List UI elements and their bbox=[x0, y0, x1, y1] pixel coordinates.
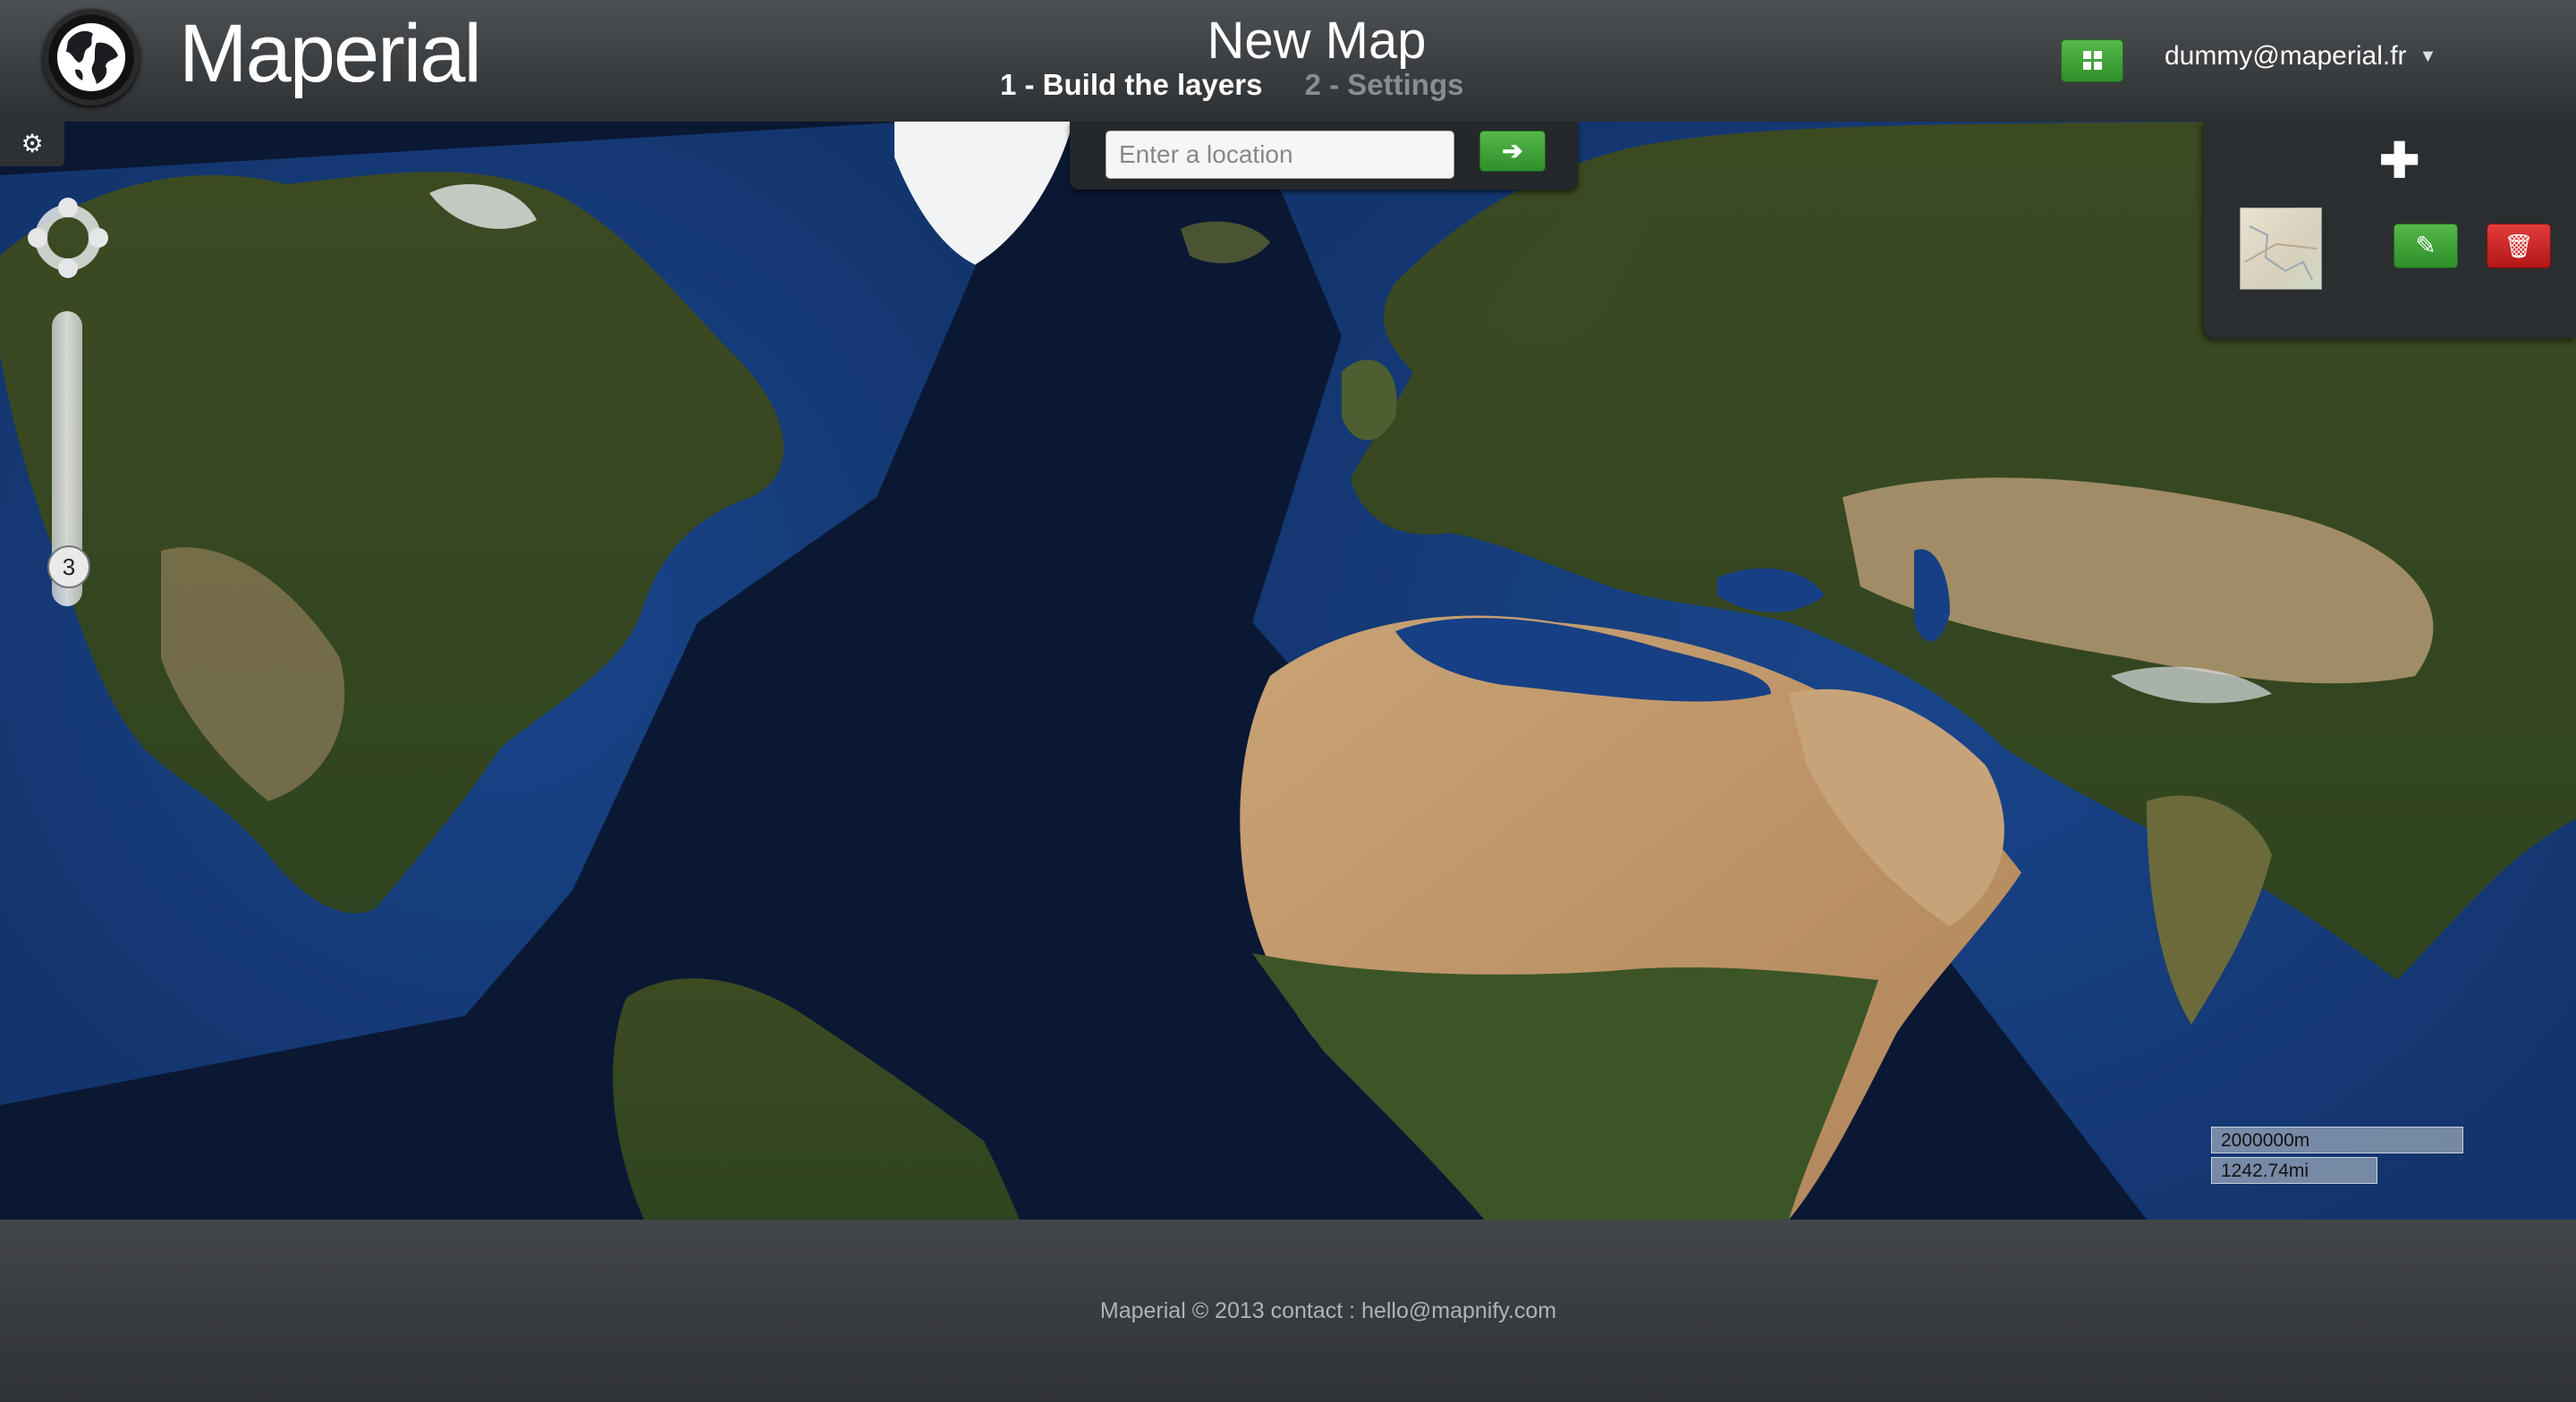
settings-button[interactable]: ⚙ bbox=[0, 122, 64, 166]
footer: Maperial © 2013 contact : hello@mapnify.… bbox=[0, 1220, 2576, 1402]
wizard-steps: 1 - Build the layers 2 - Settings bbox=[1000, 68, 1463, 102]
scale-bar-imperial: 1242.74mi bbox=[2211, 1157, 2377, 1184]
zoom-level-handle[interactable]: 3 bbox=[47, 545, 90, 588]
layers-panel: ✚ ✎ 🗑 bbox=[2204, 122, 2576, 338]
add-layer-button[interactable]: ✚ bbox=[2379, 137, 2419, 185]
chevron-down-icon: ▼ bbox=[2419, 46, 2437, 66]
apps-grid-button[interactable] bbox=[2061, 39, 2123, 82]
search-go-button[interactable]: ➔ bbox=[1479, 131, 1546, 172]
satellite-map bbox=[0, 122, 2576, 1220]
plus-icon: ✚ bbox=[2379, 134, 2420, 188]
top-header: Maperial New Map 1 - Build the layers 2 … bbox=[0, 0, 2576, 122]
gear-icon: ⚙ bbox=[21, 130, 44, 157]
layer-thumbnail[interactable] bbox=[2240, 207, 2322, 290]
location-search-bar: ➔ bbox=[1070, 122, 1578, 190]
map-viewport[interactable]: ⚙ 3 ➔ ✚ ✎ 🗑 bbox=[0, 122, 2576, 1220]
edit-icon: ✎ bbox=[2415, 232, 2436, 259]
step-build-layers[interactable]: 1 - Build the layers bbox=[1000, 68, 1262, 101]
step-settings[interactable]: 2 - Settings bbox=[1305, 68, 1464, 101]
map-thumbnail-image bbox=[2244, 225, 2318, 281]
user-menu[interactable]: dummy@maperial.fr ▼ bbox=[2165, 41, 2436, 72]
scale-bar-metric: 2000000m bbox=[2211, 1127, 2463, 1153]
footer-copyright: Maperial © 2013 contact : hello@mapnify.… bbox=[1099, 1298, 1557, 1323]
user-email: dummy@maperial.fr bbox=[2165, 41, 2407, 71]
edit-layer-button[interactable]: ✎ bbox=[2394, 224, 2458, 268]
pan-arrows-icon bbox=[28, 198, 108, 278]
pan-control[interactable] bbox=[27, 197, 109, 279]
arrow-right-icon: ➔ bbox=[1502, 137, 1523, 165]
trash-icon: 🗑 bbox=[2504, 232, 2534, 259]
delete-layer-button[interactable]: 🗑 bbox=[2487, 224, 2551, 268]
location-search-input[interactable] bbox=[1106, 131, 1454, 179]
